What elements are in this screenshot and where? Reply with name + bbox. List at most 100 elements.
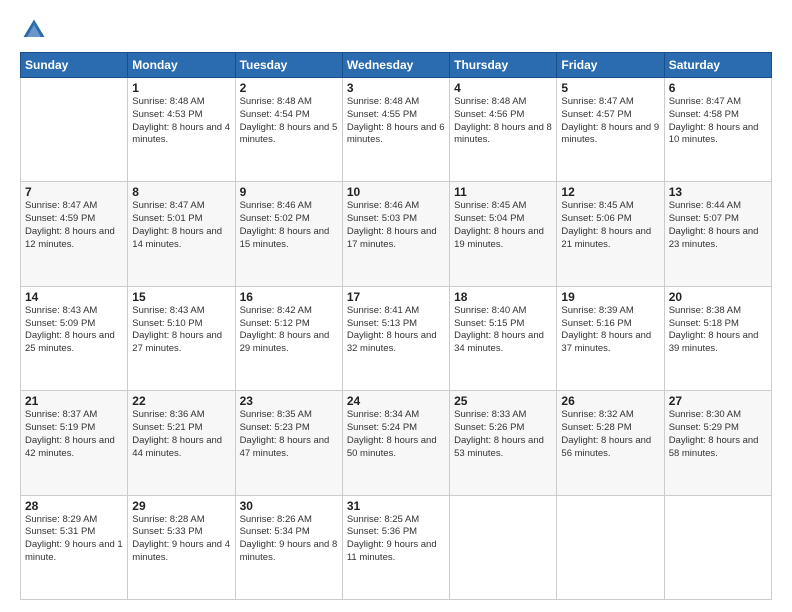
day-info: Sunrise: 8:45 AMSunset: 5:04 PMDaylight:… [454, 200, 552, 251]
day-info: Sunrise: 8:38 AMSunset: 5:18 PMDaylight:… [669, 305, 767, 356]
calendar-cell: 21Sunrise: 8:37 AMSunset: 5:19 PMDayligh… [21, 391, 128, 495]
day-number: 7 [25, 185, 123, 199]
day-number: 26 [561, 394, 659, 408]
day-number: 25 [454, 394, 552, 408]
day-number: 27 [669, 394, 767, 408]
calendar-cell: 6Sunrise: 8:47 AMSunset: 4:58 PMDaylight… [664, 78, 771, 182]
day-info: Sunrise: 8:47 AMSunset: 4:57 PMDaylight:… [561, 96, 659, 147]
day-number: 5 [561, 81, 659, 95]
day-number: 3 [347, 81, 445, 95]
day-number: 15 [132, 290, 230, 304]
calendar-cell: 15Sunrise: 8:43 AMSunset: 5:10 PMDayligh… [128, 286, 235, 390]
calendar-cell: 5Sunrise: 8:47 AMSunset: 4:57 PMDaylight… [557, 78, 664, 182]
day-info: Sunrise: 8:37 AMSunset: 5:19 PMDaylight:… [25, 409, 123, 460]
day-number: 11 [454, 185, 552, 199]
day-info: Sunrise: 8:40 AMSunset: 5:15 PMDaylight:… [454, 305, 552, 356]
page: SundayMondayTuesdayWednesdayThursdayFrid… [0, 0, 792, 612]
day-number: 17 [347, 290, 445, 304]
day-number: 4 [454, 81, 552, 95]
day-number: 31 [347, 499, 445, 513]
day-info: Sunrise: 8:47 AMSunset: 4:59 PMDaylight:… [25, 200, 123, 251]
calendar-cell: 30Sunrise: 8:26 AMSunset: 5:34 PMDayligh… [235, 495, 342, 599]
day-number: 9 [240, 185, 338, 199]
day-number: 8 [132, 185, 230, 199]
day-number: 16 [240, 290, 338, 304]
day-info: Sunrise: 8:34 AMSunset: 5:24 PMDaylight:… [347, 409, 445, 460]
calendar-cell: 14Sunrise: 8:43 AMSunset: 5:09 PMDayligh… [21, 286, 128, 390]
day-info: Sunrise: 8:48 AMSunset: 4:53 PMDaylight:… [132, 96, 230, 147]
calendar-cell: 27Sunrise: 8:30 AMSunset: 5:29 PMDayligh… [664, 391, 771, 495]
weekday-header: Tuesday [235, 53, 342, 78]
day-number: 22 [132, 394, 230, 408]
day-number: 2 [240, 81, 338, 95]
day-number: 10 [347, 185, 445, 199]
calendar-cell: 10Sunrise: 8:46 AMSunset: 5:03 PMDayligh… [342, 182, 449, 286]
day-info: Sunrise: 8:25 AMSunset: 5:36 PMDaylight:… [347, 514, 445, 565]
calendar-cell: 9Sunrise: 8:46 AMSunset: 5:02 PMDaylight… [235, 182, 342, 286]
calendar-cell: 3Sunrise: 8:48 AMSunset: 4:55 PMDaylight… [342, 78, 449, 182]
calendar-cell: 13Sunrise: 8:44 AMSunset: 5:07 PMDayligh… [664, 182, 771, 286]
day-info: Sunrise: 8:47 AMSunset: 5:01 PMDaylight:… [132, 200, 230, 251]
day-number: 29 [132, 499, 230, 513]
day-info: Sunrise: 8:48 AMSunset: 4:54 PMDaylight:… [240, 96, 338, 147]
calendar-cell [664, 495, 771, 599]
day-number: 30 [240, 499, 338, 513]
calendar-cell: 23Sunrise: 8:35 AMSunset: 5:23 PMDayligh… [235, 391, 342, 495]
day-number: 23 [240, 394, 338, 408]
calendar-table: SundayMondayTuesdayWednesdayThursdayFrid… [20, 52, 772, 600]
day-info: Sunrise: 8:45 AMSunset: 5:06 PMDaylight:… [561, 200, 659, 251]
calendar-cell: 26Sunrise: 8:32 AMSunset: 5:28 PMDayligh… [557, 391, 664, 495]
day-number: 6 [669, 81, 767, 95]
weekday-header: Sunday [21, 53, 128, 78]
calendar-cell: 22Sunrise: 8:36 AMSunset: 5:21 PMDayligh… [128, 391, 235, 495]
day-info: Sunrise: 8:43 AMSunset: 5:09 PMDaylight:… [25, 305, 123, 356]
day-number: 19 [561, 290, 659, 304]
day-info: Sunrise: 8:46 AMSunset: 5:02 PMDaylight:… [240, 200, 338, 251]
day-number: 12 [561, 185, 659, 199]
weekday-header: Monday [128, 53, 235, 78]
calendar-cell [21, 78, 128, 182]
day-info: Sunrise: 8:48 AMSunset: 4:56 PMDaylight:… [454, 96, 552, 147]
calendar-cell: 18Sunrise: 8:40 AMSunset: 5:15 PMDayligh… [450, 286, 557, 390]
day-info: Sunrise: 8:26 AMSunset: 5:34 PMDaylight:… [240, 514, 338, 565]
day-info: Sunrise: 8:28 AMSunset: 5:33 PMDaylight:… [132, 514, 230, 565]
day-info: Sunrise: 8:39 AMSunset: 5:16 PMDaylight:… [561, 305, 659, 356]
day-number: 24 [347, 394, 445, 408]
calendar-cell: 31Sunrise: 8:25 AMSunset: 5:36 PMDayligh… [342, 495, 449, 599]
day-number: 14 [25, 290, 123, 304]
calendar-cell: 8Sunrise: 8:47 AMSunset: 5:01 PMDaylight… [128, 182, 235, 286]
calendar-cell: 16Sunrise: 8:42 AMSunset: 5:12 PMDayligh… [235, 286, 342, 390]
day-number: 20 [669, 290, 767, 304]
weekday-header: Thursday [450, 53, 557, 78]
day-info: Sunrise: 8:42 AMSunset: 5:12 PMDaylight:… [240, 305, 338, 356]
weekday-header: Saturday [664, 53, 771, 78]
logo-icon [20, 16, 48, 44]
day-number: 28 [25, 499, 123, 513]
day-info: Sunrise: 8:47 AMSunset: 4:58 PMDaylight:… [669, 96, 767, 147]
calendar-cell [557, 495, 664, 599]
day-number: 18 [454, 290, 552, 304]
day-info: Sunrise: 8:41 AMSunset: 5:13 PMDaylight:… [347, 305, 445, 356]
day-number: 1 [132, 81, 230, 95]
day-info: Sunrise: 8:48 AMSunset: 4:55 PMDaylight:… [347, 96, 445, 147]
calendar-cell [450, 495, 557, 599]
weekday-header: Friday [557, 53, 664, 78]
calendar-cell: 7Sunrise: 8:47 AMSunset: 4:59 PMDaylight… [21, 182, 128, 286]
calendar-cell: 29Sunrise: 8:28 AMSunset: 5:33 PMDayligh… [128, 495, 235, 599]
calendar-cell: 2Sunrise: 8:48 AMSunset: 4:54 PMDaylight… [235, 78, 342, 182]
day-info: Sunrise: 8:30 AMSunset: 5:29 PMDaylight:… [669, 409, 767, 460]
header [20, 16, 772, 44]
calendar-cell: 28Sunrise: 8:29 AMSunset: 5:31 PMDayligh… [21, 495, 128, 599]
day-number: 13 [669, 185, 767, 199]
weekday-header: Wednesday [342, 53, 449, 78]
calendar-cell: 1Sunrise: 8:48 AMSunset: 4:53 PMDaylight… [128, 78, 235, 182]
logo [20, 16, 52, 44]
calendar-cell: 25Sunrise: 8:33 AMSunset: 5:26 PMDayligh… [450, 391, 557, 495]
day-info: Sunrise: 8:46 AMSunset: 5:03 PMDaylight:… [347, 200, 445, 251]
calendar-cell: 11Sunrise: 8:45 AMSunset: 5:04 PMDayligh… [450, 182, 557, 286]
calendar-cell: 4Sunrise: 8:48 AMSunset: 4:56 PMDaylight… [450, 78, 557, 182]
calendar-cell: 12Sunrise: 8:45 AMSunset: 5:06 PMDayligh… [557, 182, 664, 286]
calendar-cell: 17Sunrise: 8:41 AMSunset: 5:13 PMDayligh… [342, 286, 449, 390]
day-number: 21 [25, 394, 123, 408]
day-info: Sunrise: 8:36 AMSunset: 5:21 PMDaylight:… [132, 409, 230, 460]
